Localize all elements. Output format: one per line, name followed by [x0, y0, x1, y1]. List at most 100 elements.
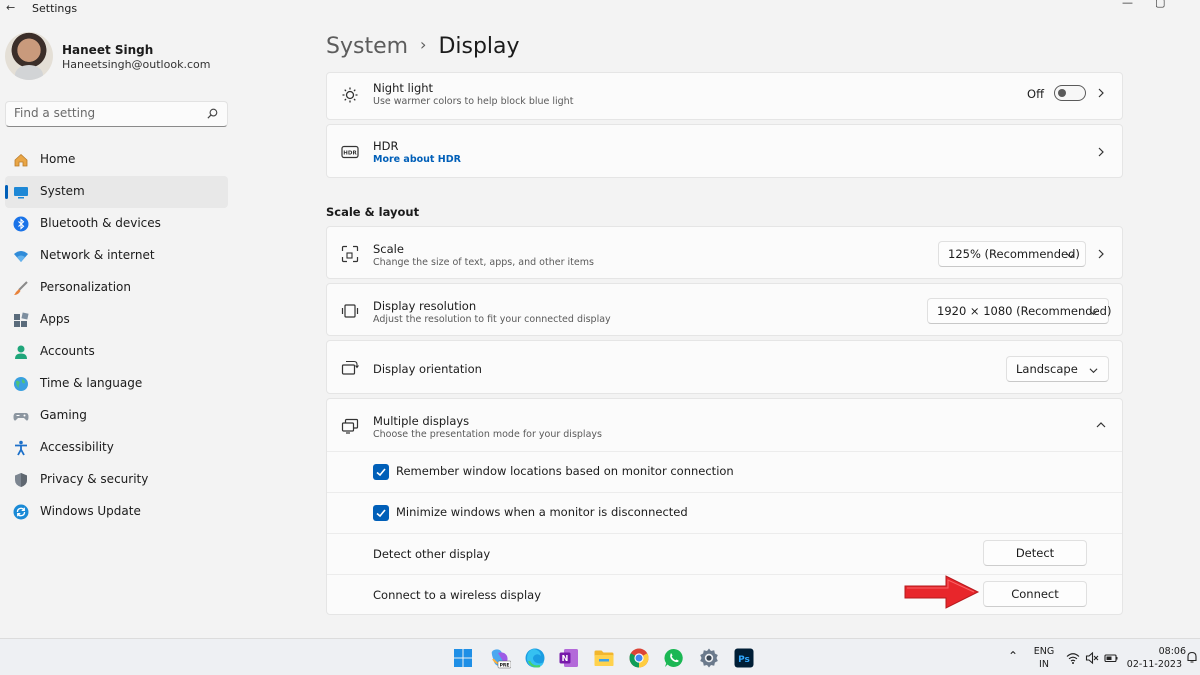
red-arrow-annotation	[904, 575, 980, 609]
hdr-more-link[interactable]: More about HDR	[373, 154, 461, 165]
profile-name: Haneet Singh	[62, 43, 154, 57]
orientation-title: Display orientation	[373, 362, 482, 376]
copilot-icon[interactable]: PRE	[489, 647, 511, 669]
multiple-displays-header[interactable]: Multiple displays Choose the presentatio…	[327, 399, 1122, 451]
night-light-state: Off	[1027, 87, 1044, 101]
sidebar-item-system[interactable]: System	[5, 176, 228, 208]
night-light-title: Night light	[373, 81, 434, 95]
scale-title: Scale	[373, 242, 404, 256]
avatar[interactable]	[5, 32, 53, 80]
chevron-right-icon[interactable]	[1096, 147, 1106, 157]
copilot-pre-badge: PRE	[500, 663, 510, 669]
orientation-dropdown[interactable]: Landscape	[1006, 356, 1109, 382]
night-light-toggle[interactable]	[1054, 85, 1086, 101]
sidebar-item-home[interactable]: Home	[5, 144, 228, 176]
onenote-icon[interactable]: N	[558, 647, 580, 669]
breadcrumb: System › Display	[326, 34, 520, 59]
settings-icon[interactable]	[698, 647, 720, 669]
clock-time[interactable]: 08:06	[1126, 646, 1186, 657]
sidebar-item-network[interactable]: Network & internet	[5, 240, 228, 272]
sidebar-item-label: Network & internet	[40, 248, 155, 262]
accessibility-icon	[15, 440, 27, 456]
sidebar-item-windows-update[interactable]: Windows Update	[5, 496, 228, 528]
display-orientation-card[interactable]: Display orientation Landscape	[326, 340, 1123, 394]
night-light-card[interactable]: Night light Use warmer colors to help bl…	[326, 72, 1123, 120]
battery-icon[interactable]	[1104, 651, 1118, 665]
edge-icon[interactable]	[524, 647, 546, 669]
chevron-down-icon	[1089, 310, 1098, 316]
brightness-icon	[342, 87, 358, 103]
sidebar-item-gaming[interactable]: Gaming	[5, 400, 228, 432]
onenote-letter: N	[562, 654, 569, 663]
maximize-button[interactable]: ▢	[1155, 0, 1165, 9]
sidebar-item-accessibility[interactable]: Accessibility	[5, 432, 228, 464]
search-box[interactable]	[5, 101, 228, 127]
breadcrumb-parent[interactable]: System	[326, 34, 408, 59]
clock-date[interactable]: 02-11-2023	[1126, 659, 1182, 670]
sidebar-item-personalization[interactable]: Personalization	[5, 272, 228, 304]
hdr-title: HDR	[373, 139, 399, 153]
sidebar-item-apps[interactable]: Apps	[5, 304, 228, 336]
profile[interactable]: Haneet Singh Haneetsingh@outlook.com	[5, 32, 245, 82]
remember-locations-checkbox[interactable]	[373, 464, 389, 480]
night-light-subtitle: Use warmer colors to help block blue lig…	[373, 96, 574, 107]
connect-button[interactable]: Connect	[983, 581, 1087, 607]
remember-locations-row[interactable]: Remember window locations based on monit…	[327, 452, 1122, 492]
minimize-windows-row[interactable]: Minimize windows when a monitor is disco…	[327, 493, 1122, 533]
bluetooth-icon	[13, 216, 29, 232]
language-bottom[interactable]: IN	[1033, 659, 1055, 670]
photoshop-icon[interactable]: Ps	[733, 647, 755, 669]
detect-button[interactable]: Detect	[983, 540, 1087, 566]
sidebar-item-accounts[interactable]: Accounts	[5, 336, 228, 368]
shield-icon	[15, 473, 27, 487]
sidebar-item-label: Apps	[40, 312, 70, 326]
start-icon[interactable]	[452, 647, 474, 669]
chevron-right-icon[interactable]	[1096, 88, 1106, 98]
orientation-value: Landscape	[1016, 362, 1078, 376]
wifi-status-icon[interactable]	[1066, 651, 1080, 665]
minimize-button[interactable]: —	[1122, 0, 1133, 9]
apps-icon	[14, 312, 29, 327]
scale-icon	[341, 245, 359, 263]
resolution-dropdown[interactable]: 1920 × 1080 (Recommended)	[927, 298, 1111, 324]
person-icon	[15, 345, 27, 359]
search-icon[interactable]	[206, 107, 219, 120]
sidebar-item-label: Accounts	[40, 344, 95, 358]
search-input[interactable]	[14, 106, 199, 120]
resolution-title: Display resolution	[373, 299, 477, 313]
update-icon	[13, 504, 29, 520]
back-button[interactable]: ←	[6, 1, 15, 14]
chevron-down-icon	[1066, 253, 1075, 259]
chevron-right-icon[interactable]	[1096, 249, 1106, 259]
sidebar-item-bluetooth[interactable]: Bluetooth & devices	[5, 208, 228, 240]
sidebar-item-privacy[interactable]: Privacy & security	[5, 464, 228, 496]
notification-bell-icon[interactable]	[1186, 650, 1198, 664]
minimize-windows-checkbox[interactable]	[373, 505, 389, 521]
sidebar-item-label: Time & language	[40, 376, 143, 390]
tray-overflow-button[interactable]: ⌃	[1008, 649, 1018, 663]
home-icon	[14, 153, 28, 167]
minimize-windows-label: Minimize windows when a monitor is disco…	[396, 505, 688, 519]
hdr-card[interactable]: HDR HDR More about HDR	[326, 124, 1123, 178]
file-explorer-icon[interactable]	[593, 647, 615, 669]
language-top[interactable]: ENG	[1033, 646, 1055, 657]
svg-text:HDR: HDR	[343, 151, 357, 157]
system-icon	[14, 187, 28, 199]
sidebar-item-label: Bluetooth & devices	[40, 216, 161, 230]
checkmark-icon	[376, 468, 386, 477]
resolution-icon	[341, 304, 359, 318]
sidebar-item-label: Gaming	[40, 408, 87, 422]
volume-muted-icon[interactable]	[1085, 651, 1099, 665]
scale-subtitle: Change the size of text, apps, and other…	[373, 257, 594, 268]
sidebar-item-time-language[interactable]: Time & language	[5, 368, 228, 400]
scale-card[interactable]: Scale Change the size of text, apps, and…	[326, 226, 1123, 279]
breadcrumb-separator: ›	[420, 35, 427, 54]
display-resolution-card[interactable]: Display resolution Adjust the resolution…	[326, 283, 1123, 336]
whatsapp-icon[interactable]	[663, 647, 685, 669]
scale-dropdown[interactable]: 125% (Recommended)	[938, 241, 1086, 267]
detect-display-row: Detect other display Detect	[327, 534, 1122, 574]
section-heading: Scale & layout	[326, 205, 420, 219]
chrome-icon[interactable]	[628, 647, 650, 669]
chevron-up-icon[interactable]	[1096, 420, 1106, 430]
photoshop-label: Ps	[738, 655, 750, 665]
